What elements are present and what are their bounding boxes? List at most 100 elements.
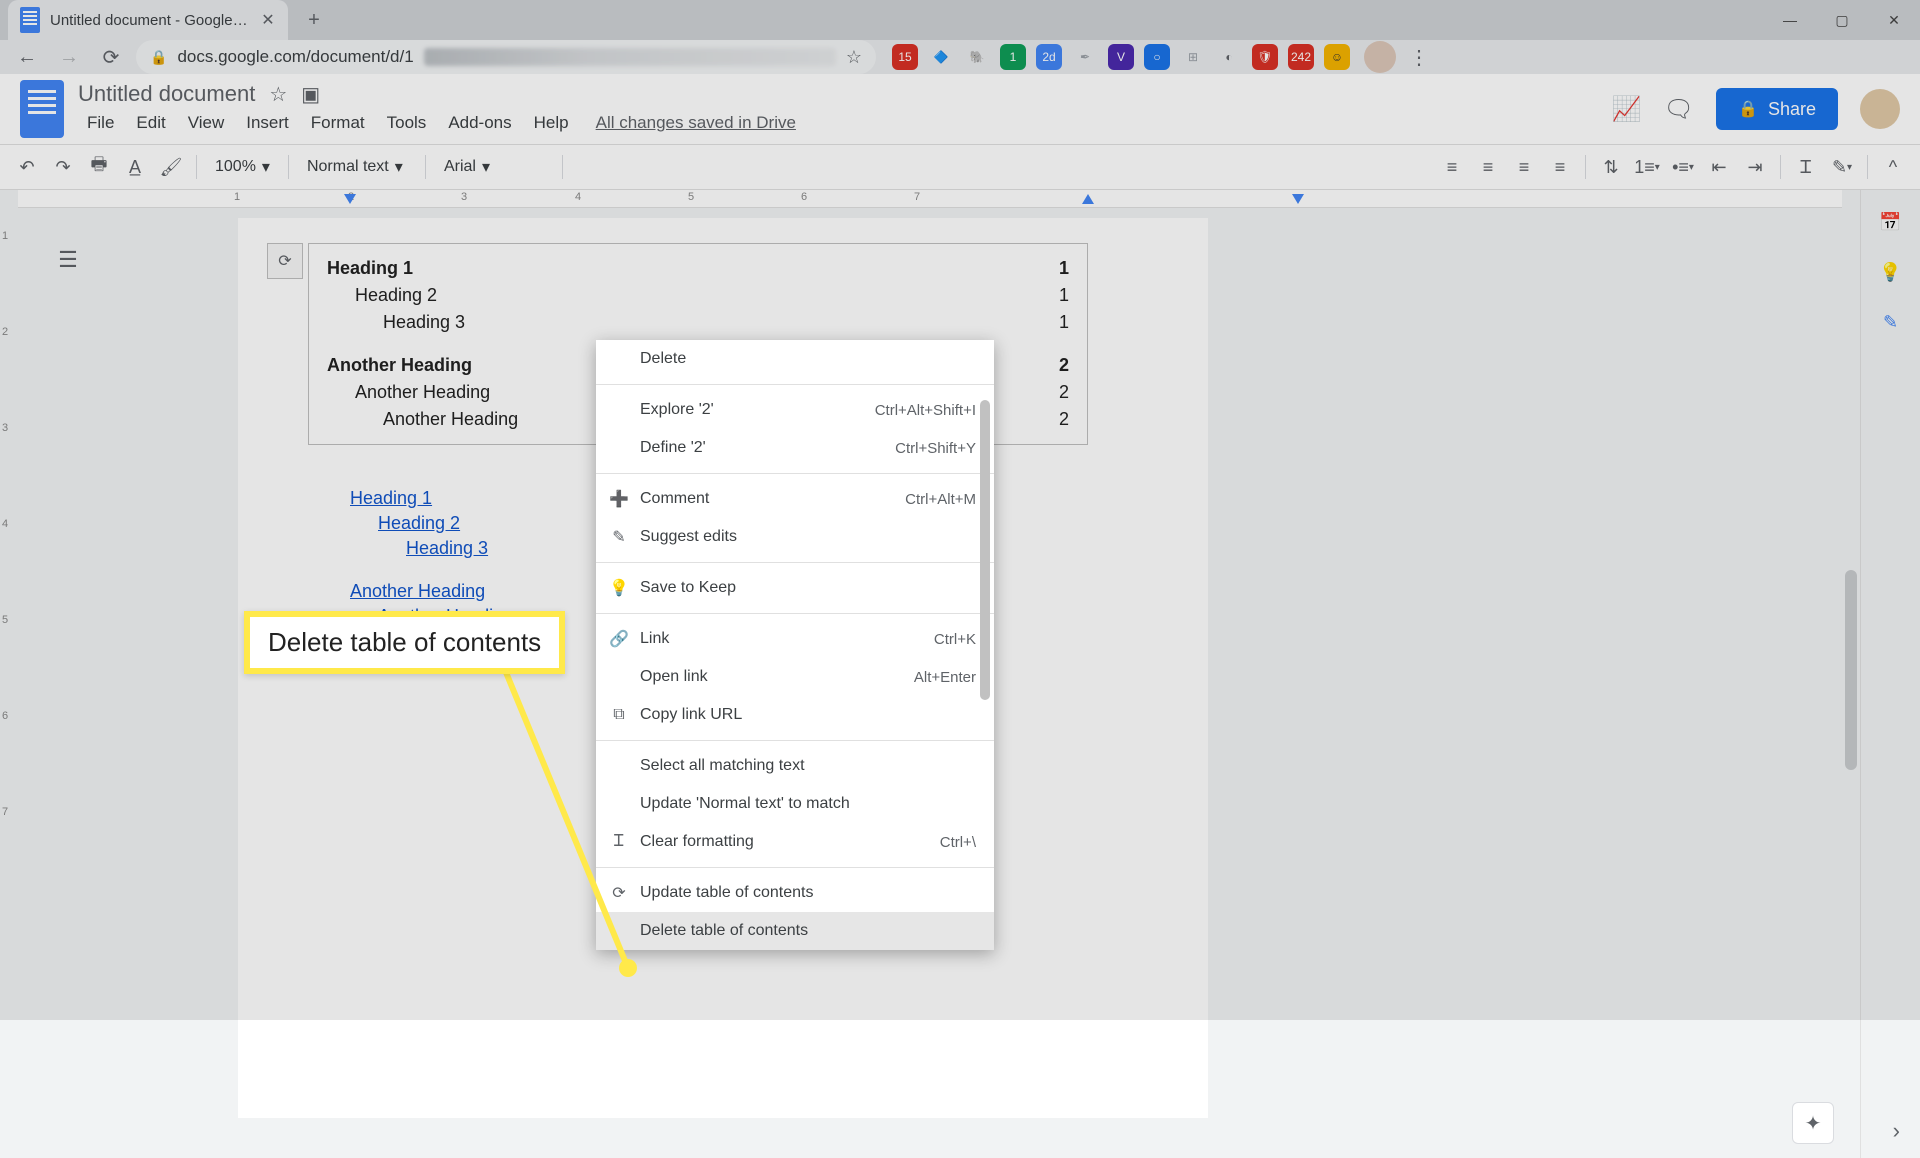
decrease-indent-button[interactable]: ⇤: [1702, 150, 1736, 184]
side-panel-icon[interactable]: 📅: [1877, 208, 1905, 236]
align-right-button[interactable]: ≡: [1507, 150, 1541, 184]
reload-button[interactable]: ⟳: [94, 40, 128, 74]
side-panel-icon[interactable]: ✎: [1877, 308, 1905, 336]
forward-button[interactable]: →: [52, 40, 86, 74]
menu-tools[interactable]: Tools: [378, 109, 436, 137]
toc-link[interactable]: Heading 1: [350, 488, 432, 508]
indent-marker-icon[interactable]: [344, 194, 356, 204]
chrome-menu-button[interactable]: ⋮: [1404, 42, 1434, 72]
zoom-select[interactable]: 100%▾: [205, 152, 280, 182]
toc-link[interactable]: Heading 2: [350, 513, 460, 533]
extension-icon[interactable]: ☺: [1324, 44, 1350, 70]
document-canvas[interactable]: ☰ 1234567 ⟳ Heading 11Heading 21Heading …: [18, 190, 1860, 1158]
share-button[interactable]: 🔒 Share: [1716, 88, 1838, 130]
close-tab-icon[interactable]: ✕: [260, 12, 276, 28]
close-window-button[interactable]: ✕: [1868, 0, 1920, 40]
toc-entry[interactable]: Heading 11: [327, 258, 1069, 279]
line-spacing-button[interactable]: ⇅: [1594, 150, 1628, 184]
increase-indent-button[interactable]: ⇥: [1738, 150, 1772, 184]
side-panel-icon[interactable]: 💡: [1877, 258, 1905, 286]
document-title[interactable]: Untitled document: [78, 81, 255, 107]
bulleted-list-button[interactable]: •≡▾: [1666, 150, 1700, 184]
collapse-toolbar-button[interactable]: ^: [1876, 150, 1910, 184]
align-left-button[interactable]: ≡: [1435, 150, 1469, 184]
ctx-link[interactable]: 🔗LinkCtrl+K: [596, 620, 994, 658]
user-avatar[interactable]: [1860, 89, 1900, 129]
ctx-copy-link-url[interactable]: ⧉Copy link URL: [596, 696, 994, 734]
toc-entry[interactable]: Heading 21: [327, 285, 1069, 306]
extension-icon[interactable]: ⊞: [1180, 44, 1206, 70]
docs-logo-icon[interactable]: [20, 80, 64, 138]
align-center-button[interactable]: ≡: [1471, 150, 1505, 184]
redo-button[interactable]: ↷: [46, 150, 80, 184]
font-select[interactable]: Arial▾: [434, 152, 554, 182]
separator: [1585, 155, 1586, 179]
ctx-select-all-matching-text[interactable]: Select all matching text: [596, 747, 994, 785]
menu-help[interactable]: Help: [525, 109, 578, 137]
ctx-open-link[interactable]: Open linkAlt+Enter: [596, 658, 994, 696]
menu-add-ons[interactable]: Add-ons: [439, 109, 520, 137]
extension-icon[interactable]: V: [1108, 44, 1134, 70]
maximize-button[interactable]: ▢: [1816, 0, 1868, 40]
margin-marker-icon[interactable]: [1292, 194, 1304, 204]
toc-link[interactable]: Heading 3: [350, 538, 488, 558]
menu-insert[interactable]: Insert: [237, 109, 298, 137]
extension-icon[interactable]: ○: [1144, 44, 1170, 70]
page-scrollbar[interactable]: [1842, 190, 1860, 1158]
undo-button[interactable]: ↶: [10, 150, 44, 184]
chrome-profile-avatar[interactable]: [1364, 41, 1396, 73]
menu-view[interactable]: View: [179, 109, 234, 137]
star-document-icon[interactable]: ☆: [269, 82, 287, 107]
toc-refresh-button[interactable]: ⟳: [267, 243, 303, 279]
ctx-save-to-keep[interactable]: 💡Save to Keep: [596, 569, 994, 607]
explore-fab[interactable]: ✦: [1792, 1102, 1834, 1144]
right-indent-marker-icon[interactable]: [1082, 194, 1094, 204]
menu-edit[interactable]: Edit: [127, 109, 174, 137]
separator: [562, 155, 563, 179]
activity-icon[interactable]: 📈: [1612, 95, 1642, 124]
spellcheck-button[interactable]: A̲: [118, 150, 152, 184]
editing-mode-button[interactable]: ✎▾: [1825, 150, 1859, 184]
ctx-clear-formatting[interactable]: ᏆClear formattingCtrl+\: [596, 823, 994, 861]
scrollbar-thumb[interactable]: [1845, 570, 1857, 770]
ctx-suggest-edits[interactable]: ✎Suggest edits: [596, 518, 994, 556]
extension-icon[interactable]: 1: [1000, 44, 1026, 70]
browser-tab[interactable]: Untitled document - Google Docs ✕: [8, 0, 288, 40]
ctx-update-normal-text-to-match[interactable]: Update 'Normal text' to match: [596, 785, 994, 823]
menu-file[interactable]: File: [78, 109, 123, 137]
address-bar[interactable]: 🔒 docs.google.com/document/d/1 ☆: [136, 40, 876, 74]
ctx-define-2-[interactable]: Define '2'Ctrl+Shift+Y: [596, 429, 994, 467]
bookmark-star-icon[interactable]: ☆: [846, 47, 862, 68]
extension-icon[interactable]: ✒: [1072, 44, 1098, 70]
back-button[interactable]: ←: [10, 40, 44, 74]
numbered-list-button[interactable]: 1≡▾: [1630, 150, 1664, 184]
save-status[interactable]: All changes saved in Drive: [596, 113, 796, 133]
next-button[interactable]: ›: [1893, 1118, 1900, 1144]
ctx-comment[interactable]: ➕CommentCtrl+Alt+M: [596, 480, 994, 518]
clear-formatting-button[interactable]: Ꮖ: [1789, 150, 1823, 184]
align-justify-button[interactable]: ≡: [1543, 150, 1577, 184]
ctx-delete-table-of-contents[interactable]: Delete table of contents: [596, 912, 994, 950]
extension-icon[interactable]: 242: [1288, 44, 1314, 70]
menu-format[interactable]: Format: [302, 109, 374, 137]
extension-icon[interactable]: 🐘: [964, 44, 990, 70]
ctx-delete[interactable]: Delete: [596, 340, 994, 378]
ctx-explore-2-[interactable]: Explore '2'Ctrl+Alt+Shift+I: [596, 391, 994, 429]
new-tab-button[interactable]: +: [296, 2, 332, 38]
style-select[interactable]: Normal text▾: [297, 152, 417, 182]
extension-icon[interactable]: 🔷: [928, 44, 954, 70]
extension-icon[interactable]: 15: [892, 44, 918, 70]
print-button[interactable]: 🖶: [82, 150, 116, 184]
paint-format-button[interactable]: 🖌: [154, 150, 188, 184]
move-document-icon[interactable]: ▣: [301, 82, 320, 107]
ctx-update-table-of-contents[interactable]: ⟳Update table of contents: [596, 874, 994, 912]
toc-link[interactable]: Another Heading: [350, 581, 485, 601]
extension-icon[interactable]: ◐: [1216, 44, 1242, 70]
minimize-button[interactable]: —: [1764, 0, 1816, 40]
toc-entry[interactable]: Heading 31: [327, 312, 1069, 333]
extension-icon[interactable]: 🛡: [1252, 44, 1278, 70]
extension-icon[interactable]: 2d: [1036, 44, 1062, 70]
menu-item-icon: ⧉: [608, 706, 630, 724]
comments-icon[interactable]: 🗨: [1664, 95, 1694, 124]
outline-toggle-icon[interactable]: ☰: [52, 244, 84, 276]
